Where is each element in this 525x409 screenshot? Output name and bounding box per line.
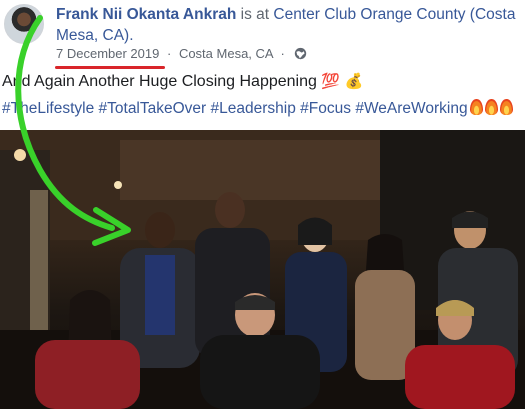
meta-separator-2: · xyxy=(280,46,285,61)
meta-separator: · xyxy=(166,46,172,61)
money-bag-emoji: 💰 xyxy=(344,73,364,90)
hashtag-row: #TheLifestyle #TotalTakeOver #Leadership… xyxy=(2,99,513,119)
group-photo-illustration xyxy=(0,130,525,409)
hashtag-link[interactable]: #WeAreWorking xyxy=(355,100,467,117)
globe-icon[interactable] xyxy=(294,47,307,60)
fire-icon xyxy=(499,99,513,115)
checkin-verb: is at xyxy=(240,6,270,23)
hashtag-link[interactable]: #TotalTakeOver xyxy=(99,100,207,117)
hashtag-link[interactable]: #Focus xyxy=(300,100,351,117)
hashtag-link[interactable]: #Leadership xyxy=(211,100,296,117)
post-body: And Again Another Huge Closing Happening… xyxy=(2,72,363,92)
hundred-points-emoji: 💯 xyxy=(321,73,341,90)
post-place[interactable]: Costa Mesa, CA xyxy=(179,46,273,61)
post-text: And Again Another Huge Closing Happening xyxy=(2,73,317,90)
author-avatar[interactable] xyxy=(4,4,44,44)
fire-icon xyxy=(484,99,498,115)
post-date-link[interactable]: 7 December 2019 xyxy=(56,46,159,61)
date-underline-annotation xyxy=(55,66,165,69)
hashtag-link[interactable]: #TheLifestyle xyxy=(2,100,94,117)
post-header: Frank Nii Okanta Ankrah is at Center Clu… xyxy=(56,4,521,46)
post-photo[interactable] xyxy=(0,130,525,409)
fire-icon xyxy=(469,99,483,115)
author-name-link[interactable]: Frank Nii Okanta Ankrah xyxy=(56,6,236,23)
post-meta: 7 December 2019 · Costa Mesa, CA · xyxy=(56,46,307,61)
